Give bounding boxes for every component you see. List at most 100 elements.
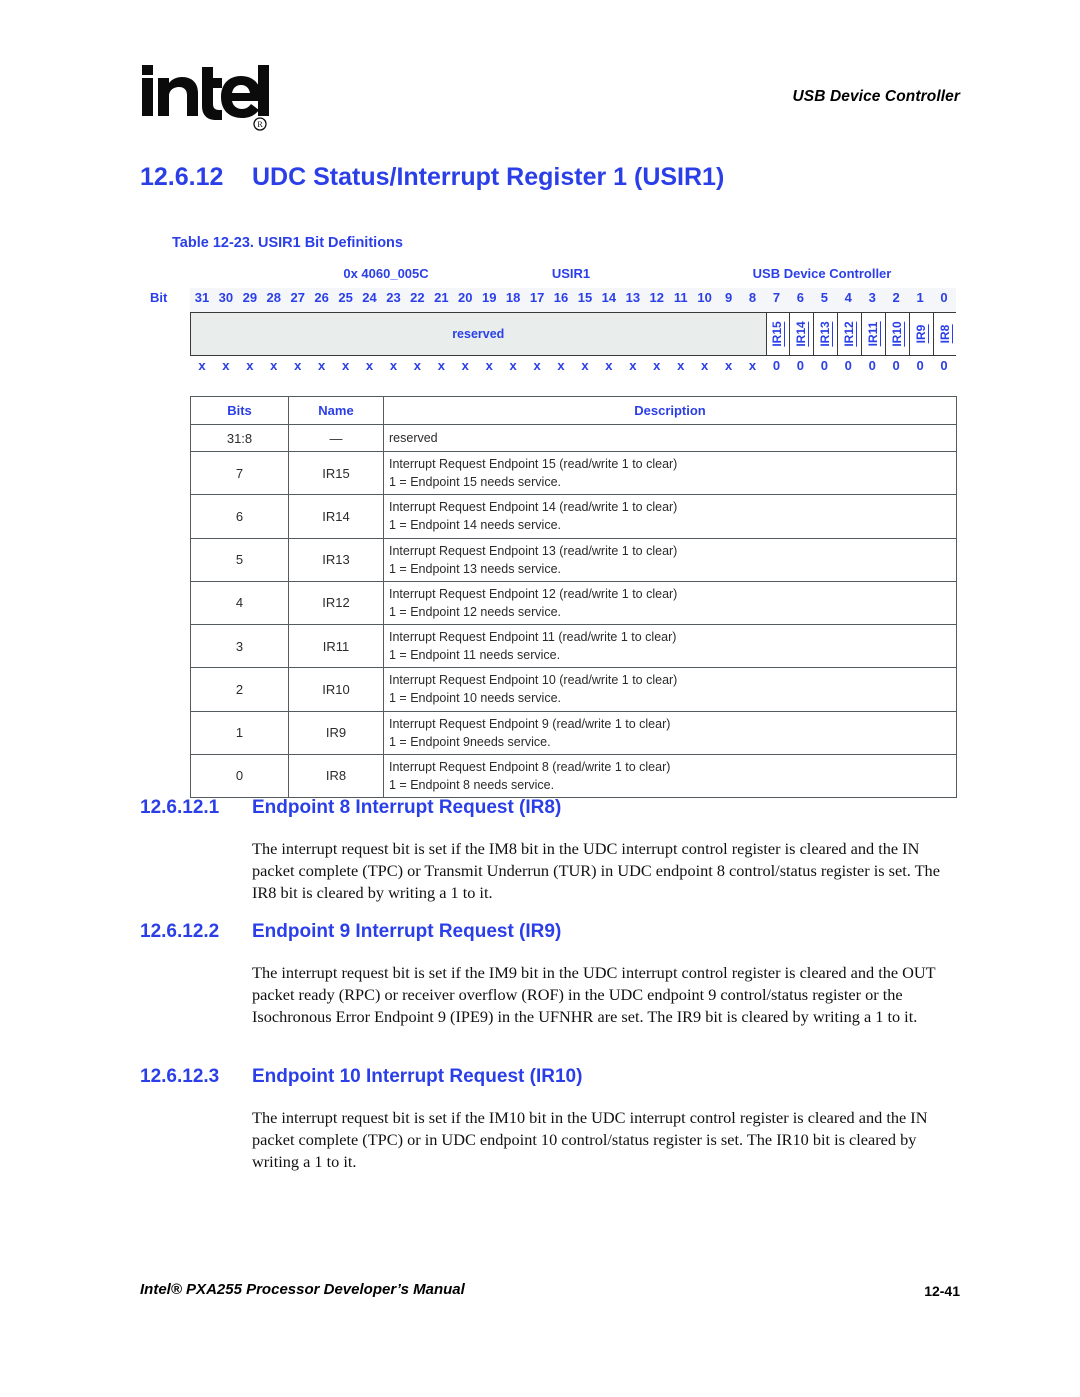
- cell-bits: 7: [190, 450, 289, 496]
- field-ir11: IR11: [861, 313, 886, 355]
- register-info-row: 0x 4060_005C USIR1 USB Device Controller: [150, 266, 960, 288]
- field-label-ir8: IR8: [937, 324, 953, 344]
- bit-number-0: 0: [940, 290, 948, 305]
- register-field-row: reserved IR15 IR14 IR13 IR12 IR11 IR10 IR9 IR8: [190, 312, 957, 356]
- reset-value-bit-26: x: [318, 358, 326, 373]
- bit-definitions-table: Bits Name Description 31:8— reserved 7 IR15…: [190, 396, 957, 799]
- reset-value-bit-31: x: [198, 358, 206, 373]
- description-line-1: Interrupt Request Endpoint 10 (read/writ…: [389, 673, 678, 688]
- subsection-number: 12.6.12.2: [140, 921, 220, 942]
- bit-number-28: 28: [266, 290, 282, 305]
- svg-text:R: R: [257, 120, 263, 129]
- register-diagram: 0x 4060_005C USIR1 USB Device Controller…: [150, 266, 960, 378]
- section-number: 12.6.12: [140, 163, 224, 191]
- bit-number-12: 12: [649, 290, 665, 305]
- field-ir9: IR9: [909, 313, 934, 355]
- reset-value-bit-14: x: [605, 358, 613, 373]
- reset-value-bit-25: x: [341, 358, 350, 373]
- cell-description: Interrupt Request Endpoint 10 (read/writ…: [383, 667, 957, 712]
- reset-value-bit-23: x: [389, 358, 398, 373]
- bit-number-25: 25: [338, 290, 353, 305]
- field-ir8: IR8: [933, 313, 957, 355]
- table-row: 0 IR8 Interrupt Request Endpoint 8 (read/w…: [190, 753, 957, 799]
- field-label-ir13: IR13: [817, 321, 833, 347]
- subsection-number: 12.6.12.3: [140, 1066, 220, 1087]
- subsection-body-ir8: The interrupt request bit is set if the …: [252, 839, 940, 902]
- field-ir14: IR14: [789, 313, 814, 355]
- register-address: 0x 4060_005C: [343, 266, 429, 281]
- bit-number-29: 29: [242, 290, 258, 305]
- cell-description: Interrupt Request Endpoint 8 (read/write…: [383, 753, 957, 799]
- bit-number-5: 5: [820, 290, 828, 305]
- reset-value-bit-27: x: [294, 358, 302, 373]
- description-line-2: 1 = Endpoint 14 needs service.: [389, 518, 561, 533]
- bit-axis-label: Bit: [150, 290, 168, 305]
- table-row: 3 IR11 Interrupt Request Endpoint 11 (read…: [190, 623, 957, 669]
- description-line-1: Interrupt Request Endpoint 9 (read/write…: [389, 716, 671, 731]
- reset-value-bit-1: 0: [916, 358, 924, 373]
- bit-number-26: 26: [314, 290, 329, 305]
- reset-value-bit-0: 0: [940, 358, 948, 373]
- bit-number-row: Bit 31 30 29 28 27 26 25 24 23 22 21 20 19 18 17 16 15 14…: [150, 288, 956, 312]
- bit-number-20: 20: [458, 290, 473, 305]
- description-line-2: 1 = Endpoint 10 needs service.: [389, 691, 561, 706]
- reset-value-bit-7: 0: [772, 358, 781, 373]
- cell-description: Interrupt Request Endpoint 12 (read/writ…: [383, 580, 957, 626]
- running-head: USB Device Controller: [792, 88, 960, 105]
- reset-value-bit-15: x: [581, 358, 589, 373]
- cell-description: Interrupt Request Endpoint 14 (read/writ…: [383, 494, 957, 539]
- bit-number-15: 15: [577, 290, 593, 305]
- cell-bits: 0: [190, 753, 289, 799]
- table-row: 4 IR12 Interrupt Request Endpoint 12 (read…: [190, 580, 957, 626]
- reset-value-bit-18: x: [509, 358, 517, 373]
- cell-bits: 2: [190, 667, 289, 712]
- bit-number-30: 30: [218, 290, 234, 305]
- bit-number-6: 6: [796, 290, 805, 305]
- field-label-ir15: IR15: [769, 321, 785, 347]
- table-header-row: Bits Name Description: [190, 396, 957, 425]
- table-row: 31:8— reserved: [190, 424, 957, 452]
- cell-name: IR11: [288, 623, 384, 669]
- cell-bits: 4: [190, 580, 289, 626]
- subsection-title: Endpoint 8 Interrupt Request (IR8): [252, 797, 562, 818]
- reset-value-bit-24: x: [365, 358, 374, 373]
- cell-name: IR15: [288, 450, 384, 496]
- bit-number-4: 4: [844, 290, 852, 305]
- bit-number-24: 24: [362, 290, 377, 305]
- subsection-body-ir9: The interrupt request bit is set if the …: [252, 963, 936, 1026]
- table-row: 1 IR9 Interrupt Request Endpoint 9 (read/w…: [190, 710, 957, 755]
- field-ir13: IR13: [813, 313, 838, 355]
- bit-number-16: 16: [553, 290, 569, 305]
- footer-manual-title: Intel® PXA255 Processor Developer’s Manu…: [140, 1281, 465, 1298]
- register-owner: USB Device Controller: [752, 266, 892, 281]
- reset-value-bit-8: x: [748, 358, 757, 373]
- bit-number-9: 9: [724, 290, 733, 305]
- reset-value-bit-16: x: [557, 358, 565, 373]
- reset-value-bit-9: x: [724, 358, 733, 373]
- bit-number-31: 31: [194, 290, 210, 305]
- bit-number-8: 8: [748, 290, 757, 305]
- cell-bits: 3: [190, 623, 289, 669]
- reset-value-bit-4: 0: [844, 358, 852, 373]
- subsection-title: Endpoint 9 Interrupt Request (IR9): [252, 921, 562, 942]
- cell-description: Interrupt Request Endpoint 15 (read/writ…: [383, 450, 957, 496]
- reset-value-bit-6: 0: [796, 358, 805, 373]
- register-name: USIR1: [551, 266, 591, 281]
- reset-value-bit-12: x: [653, 358, 661, 373]
- description-line-1: Interrupt Request Endpoint 13 (read/writ…: [389, 543, 678, 558]
- cell-description: Interrupt Request Endpoint 13 (read/writ…: [383, 537, 957, 582]
- description-line-2: 1 = Endpoint 8 needs service.: [389, 777, 555, 792]
- cell-bits: 31:8: [190, 424, 289, 452]
- subsection-heading-ir8: 12.6.12.1 Endpoint 8 Interrupt Request (I…: [140, 797, 561, 819]
- bit-number-17: 17: [529, 290, 545, 305]
- bit-number-18: 18: [505, 290, 521, 305]
- reset-value-row: xxxxxxxxxxxxxxxxxxxxxxxx00000000: [190, 356, 956, 378]
- bit-number-21: 21: [434, 290, 449, 305]
- column-header-name: Name: [288, 396, 384, 425]
- description-line-1: reserved: [389, 430, 438, 445]
- cell-description: reserved: [383, 424, 957, 452]
- cell-name: IR14: [288, 494, 384, 539]
- bit-number-22: 22: [410, 290, 425, 305]
- bit-number-19: 19: [481, 290, 497, 305]
- bit-number-23: 23: [386, 290, 401, 305]
